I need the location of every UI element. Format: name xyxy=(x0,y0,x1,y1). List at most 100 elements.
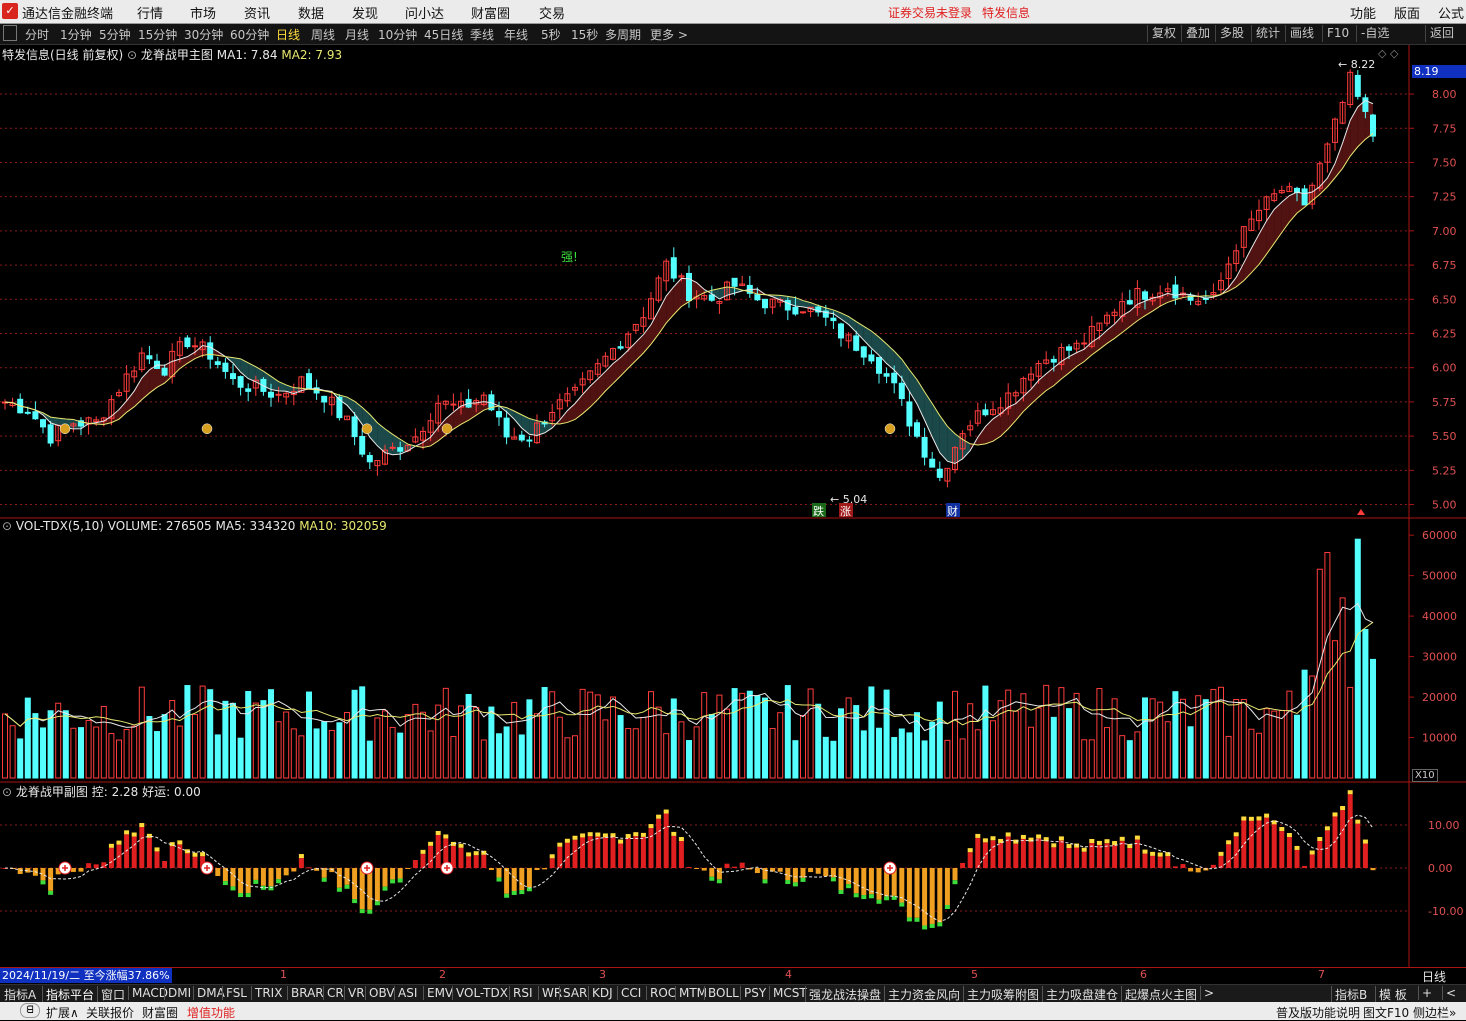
menu-gongshi[interactable]: 公式 xyxy=(1438,3,1464,22)
indicator-tab-right-2[interactable]: + xyxy=(1418,986,1432,1000)
indicator-tab-25[interactable]: 强龙战法操盘 xyxy=(805,986,881,1003)
indicator-tab-10[interactable]: VR xyxy=(344,986,365,1000)
indicator-tab-2[interactable]: 窗口 xyxy=(97,986,125,1003)
indicator-tab-3[interactable]: MACD xyxy=(128,986,168,1000)
btn-f10[interactable]: F10 xyxy=(1322,25,1353,42)
menu-banmian[interactable]: 版面 xyxy=(1394,3,1420,22)
indicator-tab-24[interactable]: MCST xyxy=(769,986,807,1000)
indicator-tab-19[interactable]: CCI xyxy=(617,986,641,1000)
period-monthly[interactable]: 月线 xyxy=(345,26,369,43)
period-45day[interactable]: 45日线 xyxy=(424,26,463,43)
period-daily[interactable]: 日线 xyxy=(276,26,300,43)
volume-bar xyxy=(1278,709,1285,779)
status-help[interactable]: 普及版功能说明 xyxy=(1276,1004,1360,1021)
menu-wenxiaoda[interactable]: 问小达 xyxy=(405,3,444,22)
indicator-tab-29[interactable]: 起爆点火主图 xyxy=(1121,986,1197,1003)
period-15min[interactable]: 15分钟 xyxy=(138,26,177,43)
indicator-tab-right-1[interactable]: 模 板 xyxy=(1375,986,1407,1003)
menu-shichang[interactable]: 市场 xyxy=(190,3,216,22)
period-multi[interactable]: 多周期 xyxy=(605,26,641,43)
indicator-tab-14[interactable]: VOL-TDX xyxy=(452,986,508,1000)
indicator-dropdown-icon[interactable]: ⊙ xyxy=(127,48,137,62)
panel-toggle-icon[interactable] xyxy=(3,25,17,41)
period-quarter[interactable]: 季线 xyxy=(470,26,494,43)
indicator-tab-20[interactable]: ROC xyxy=(646,986,676,1000)
sub-kong-value: 控: 2.28 xyxy=(91,785,139,799)
period-weekly[interactable]: 周线 xyxy=(311,26,335,43)
period-60min[interactable]: 60分钟 xyxy=(230,26,269,43)
indicator-tab-7[interactable]: TRIX xyxy=(251,986,282,1000)
period-more[interactable]: 更多 > xyxy=(650,26,688,43)
status-value-added[interactable]: 增值功能 xyxy=(187,1004,235,1021)
indicator-tab-17[interactable]: SAR xyxy=(559,986,587,1000)
menu-caifuquan[interactable]: 财富圈 xyxy=(471,3,510,22)
indicator-tab-26[interactable]: 主力资金风向 xyxy=(884,986,960,1003)
btn-add-watchlist[interactable]: -自选 xyxy=(1356,25,1393,42)
btn-back[interactable]: 返回 xyxy=(1425,25,1458,42)
period-5min[interactable]: 5分钟 xyxy=(99,26,131,43)
menu-zixun[interactable]: 资讯 xyxy=(244,3,270,22)
indicator-tab-15[interactable]: RSI xyxy=(509,986,533,1000)
btn-diejia[interactable]: 叠加 xyxy=(1181,25,1214,42)
period-fenshi[interactable]: 分时 xyxy=(25,26,49,43)
toggle-switch[interactable]: ᗺ xyxy=(20,1003,40,1018)
sub-bar-cap xyxy=(276,879,282,884)
indicator-tab-13[interactable]: EMV xyxy=(423,986,453,1000)
btn-huaxian[interactable]: 画线 xyxy=(1285,25,1318,42)
indicator-tab-22[interactable]: BOLL xyxy=(704,986,739,1000)
period-5sec[interactable]: 5秒 xyxy=(541,26,561,43)
indicator-tab-23[interactable]: PSY xyxy=(740,986,766,1000)
candle-body xyxy=(192,345,198,348)
indicator-tab-11[interactable]: OBV xyxy=(365,986,395,1000)
sub-bar xyxy=(1043,841,1049,868)
diamond-icons[interactable]: ◇ ◇ xyxy=(1378,47,1398,60)
menu-faxian[interactable]: 发现 xyxy=(352,3,378,22)
indicator-tab-5[interactable]: DMA xyxy=(193,986,225,1000)
period-yearly[interactable]: 年线 xyxy=(504,26,528,43)
menu-shuju[interactable]: 数据 xyxy=(298,3,324,22)
period-30min[interactable]: 30分钟 xyxy=(184,26,223,43)
main-indicator-name[interactable]: 龙脊战甲主图 xyxy=(141,48,213,62)
candle-body xyxy=(321,395,328,403)
btn-duogu[interactable]: 多股 xyxy=(1215,25,1248,42)
sub-dropdown-icon[interactable]: ⊙ xyxy=(2,785,12,799)
sub-bar xyxy=(146,837,152,868)
sub-bar xyxy=(1233,836,1239,868)
status-caifuquan[interactable]: 财富圈 xyxy=(142,1004,178,1021)
status-sidebar[interactable]: 侧边栏» xyxy=(1413,1004,1456,1021)
status-f10[interactable]: 图文F10 xyxy=(1363,1004,1409,1021)
indicator-tab-9[interactable]: CR xyxy=(323,986,344,1000)
indicator-tab-8[interactable]: BRAR xyxy=(287,986,324,1000)
status-expand[interactable]: 扩展∧ xyxy=(46,1004,79,1021)
indicator-tab-27[interactable]: 主力吸筹附图 xyxy=(963,986,1039,1003)
indicator-tab-30[interactable]: > xyxy=(1200,986,1214,1000)
indicator-tab-18[interactable]: KDJ xyxy=(588,986,613,1000)
menu-jiaoyi[interactable]: 交易 xyxy=(539,3,565,22)
indicator-tab-21[interactable]: MTM xyxy=(675,986,707,1000)
period-10min[interactable]: 10分钟 xyxy=(378,26,417,43)
volume-bar xyxy=(982,685,989,779)
login-notice[interactable]: 证券交易未登录 xyxy=(888,4,972,21)
sub-bar xyxy=(291,868,297,872)
period-1min[interactable]: 1分钟 xyxy=(60,26,92,43)
indicator-tab-6[interactable]: FSL xyxy=(222,986,247,1000)
indicator-tab-4[interactable]: DMI xyxy=(164,986,191,1000)
indicator-tab-1[interactable]: 指标平台 xyxy=(42,986,94,1003)
ma-ribbon-segment xyxy=(666,286,674,324)
btn-tongji[interactable]: 统计 xyxy=(1251,25,1284,42)
chart-area[interactable]: ← 8.22← 5.04强!跌涨财 8.007.757.507.257.006.… xyxy=(0,45,1466,967)
indicator-tab-right-0[interactable]: 指标B xyxy=(1331,986,1367,1003)
sub-indicator-name[interactable]: 龙脊战甲副图 xyxy=(16,785,88,799)
menu-gongneng[interactable]: 功能 xyxy=(1350,3,1376,22)
btn-fuquan[interactable]: 复权 xyxy=(1147,25,1180,42)
period-15sec[interactable]: 15秒 xyxy=(571,26,598,43)
volume-dropdown-icon[interactable]: ⊙ xyxy=(2,519,12,533)
status-related-quote[interactable]: 关联报价 xyxy=(86,1004,134,1021)
indicator-tab-28[interactable]: 主力吸盘建仓 xyxy=(1042,986,1118,1003)
menu-hangqing[interactable]: 行情 xyxy=(137,3,163,22)
indicator-tab-12[interactable]: ASI xyxy=(394,986,417,1000)
volume-indicator-name[interactable]: VOL-TDX(5,10) xyxy=(16,519,104,533)
indicator-tab-right-3[interactable]: < xyxy=(1442,986,1456,1000)
sub-bar xyxy=(70,868,76,872)
indicator-tab-0[interactable]: 指标A xyxy=(4,986,36,1003)
